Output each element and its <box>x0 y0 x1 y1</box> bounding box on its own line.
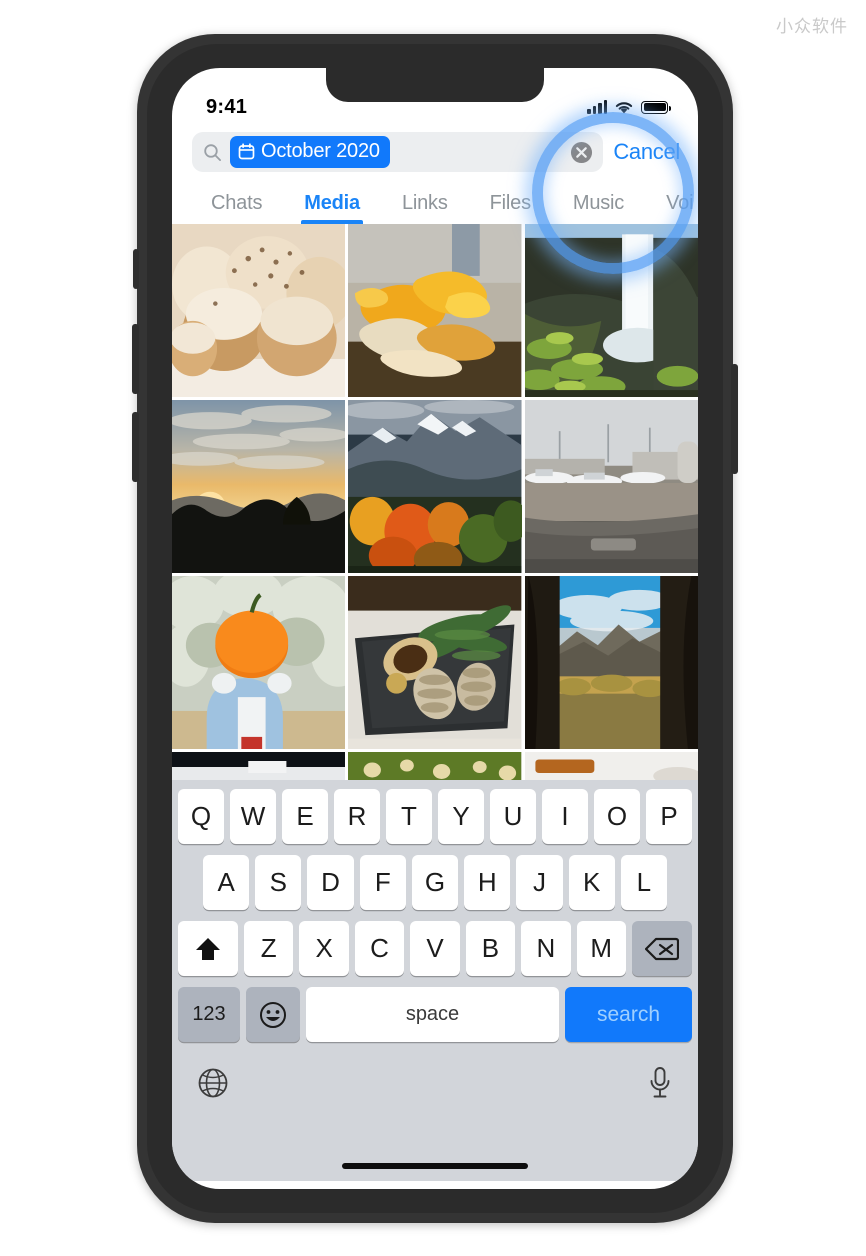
phone-screen: 9:41 October 2020 Cancel Chats Media Lin… <box>172 68 698 1189</box>
key-l[interactable]: L <box>620 855 667 910</box>
tab-links[interactable]: Links <box>381 192 469 224</box>
media-cell-partial-1[interactable] <box>172 752 346 780</box>
site-watermark: 小众软件 <box>776 17 848 37</box>
wifi-icon <box>615 101 633 113</box>
autumn-leaves-photo <box>348 224 522 397</box>
media-cell-waterfall[interactable] <box>524 224 698 397</box>
emoji-key[interactable] <box>246 987 300 1042</box>
keyboard-row-3: Z X C V B N M <box>175 921 695 976</box>
pinecones-photo <box>348 576 522 749</box>
key-g[interactable]: G <box>411 855 459 910</box>
key-i[interactable]: I <box>542 789 588 844</box>
key-z[interactable]: Z <box>244 921 294 976</box>
airport-tarmac-photo <box>524 400 698 573</box>
keyboard-bottom-bar <box>175 1053 695 1111</box>
media-grid <box>172 224 698 780</box>
media-cell-cinnamon-rolls[interactable] <box>172 224 346 397</box>
date-filter-chip[interactable]: October 2020 <box>230 136 390 168</box>
status-time: 9:41 <box>206 95 248 118</box>
shift-key[interactable] <box>178 921 239 976</box>
emoji-smiley-icon <box>260 1001 286 1028</box>
volume-up-button[interactable] <box>132 324 139 394</box>
pumpkin-head-photo <box>172 576 346 749</box>
partial-row-photo-2 <box>348 752 522 780</box>
calendar-icon <box>238 143 255 160</box>
key-c[interactable]: C <box>354 921 405 976</box>
numbers-key[interactable]: 123 <box>178 987 240 1042</box>
key-s[interactable]: S <box>255 855 302 910</box>
tab-media[interactable]: Media <box>283 192 381 224</box>
search-input[interactable]: October 2020 <box>192 132 604 172</box>
media-cell-lake-sunset[interactable] <box>172 400 346 573</box>
backspace-icon <box>644 937 679 960</box>
key-r[interactable]: R <box>334 789 380 844</box>
home-indicator[interactable] <box>342 1163 528 1169</box>
keyboard-row-2: A S D F G H J K L <box>175 855 695 910</box>
volume-down-button[interactable] <box>132 412 139 482</box>
media-cell-canyon-view[interactable] <box>524 576 698 749</box>
date-filter-label: October 2020 <box>261 140 380 162</box>
key-t[interactable]: T <box>386 789 432 844</box>
cancel-button[interactable]: Cancel <box>613 139 684 165</box>
key-p[interactable]: P <box>646 789 692 844</box>
media-cell-pinecones[interactable] <box>348 576 522 749</box>
tab-files[interactable]: Files <box>469 192 552 224</box>
lake-sunset-photo <box>172 400 346 573</box>
phone-frame: 9:41 October 2020 Cancel Chats Media Lin… <box>132 34 738 1223</box>
key-e[interactable]: E <box>282 789 328 844</box>
key-h[interactable]: H <box>464 855 511 910</box>
media-cell-autumn-leaves[interactable] <box>348 224 522 397</box>
backspace-key[interactable] <box>631 921 692 976</box>
key-n[interactable]: N <box>521 921 571 976</box>
key-a[interactable]: A <box>203 855 250 910</box>
key-q[interactable]: Q <box>178 789 224 844</box>
search-icon <box>204 143 222 161</box>
cinnamon-rolls-photo <box>172 224 346 397</box>
media-cell-partial-2[interactable] <box>348 752 522 780</box>
key-v[interactable]: V <box>410 921 460 976</box>
key-f[interactable]: F <box>359 855 406 910</box>
media-cell-pumpkin-head[interactable] <box>172 576 346 749</box>
waterfall-photo <box>524 224 698 397</box>
key-o[interactable]: O <box>594 789 640 844</box>
media-cell-airport-tarmac[interactable] <box>524 400 698 573</box>
power-button[interactable] <box>731 364 738 474</box>
key-d[interactable]: D <box>307 855 354 910</box>
key-u[interactable]: U <box>490 789 536 844</box>
partial-row-photo-3 <box>524 752 698 780</box>
display-notch <box>326 68 544 102</box>
media-cell-mountain-autumn[interactable] <box>348 400 522 573</box>
key-m[interactable]: M <box>576 921 626 976</box>
globe-icon[interactable] <box>197 1067 229 1099</box>
key-j[interactable]: J <box>516 855 563 910</box>
status-icons <box>587 100 671 115</box>
key-w[interactable]: W <box>230 789 276 844</box>
partial-row-photo-1 <box>172 752 346 780</box>
key-k[interactable]: K <box>568 855 615 910</box>
space-key[interactable]: space <box>306 987 559 1042</box>
filter-tab-bar: Chats Media Links Files Music Voi <box>172 180 698 224</box>
on-screen-keyboard: Q W E R T Y U I O P A S D F G H J K L Z … <box>172 780 698 1181</box>
key-b[interactable]: B <box>465 921 516 976</box>
search-bar: October 2020 Cancel <box>172 128 698 180</box>
mountain-autumn-photo <box>348 400 522 573</box>
battery-full-icon <box>641 100 671 114</box>
silent-switch-button[interactable] <box>133 249 139 289</box>
keyboard-row-1: Q W E R T Y U I O P <box>175 789 695 844</box>
key-y[interactable]: Y <box>438 789 484 844</box>
shift-arrow-icon <box>196 937 221 960</box>
cellular-bars-icon <box>587 100 607 114</box>
media-cell-partial-3[interactable] <box>524 752 698 780</box>
tab-voice[interactable]: Voi <box>645 192 698 224</box>
microphone-icon[interactable] <box>647 1066 673 1100</box>
tab-music[interactable]: Music <box>552 192 645 224</box>
canyon-view-photo <box>524 576 698 749</box>
clear-circle-icon[interactable] <box>570 141 593 164</box>
search-key[interactable]: search <box>565 987 692 1042</box>
key-x[interactable]: X <box>299 921 349 976</box>
tab-chats[interactable]: Chats <box>190 192 283 224</box>
keyboard-row-4: 123 space search <box>175 987 695 1042</box>
